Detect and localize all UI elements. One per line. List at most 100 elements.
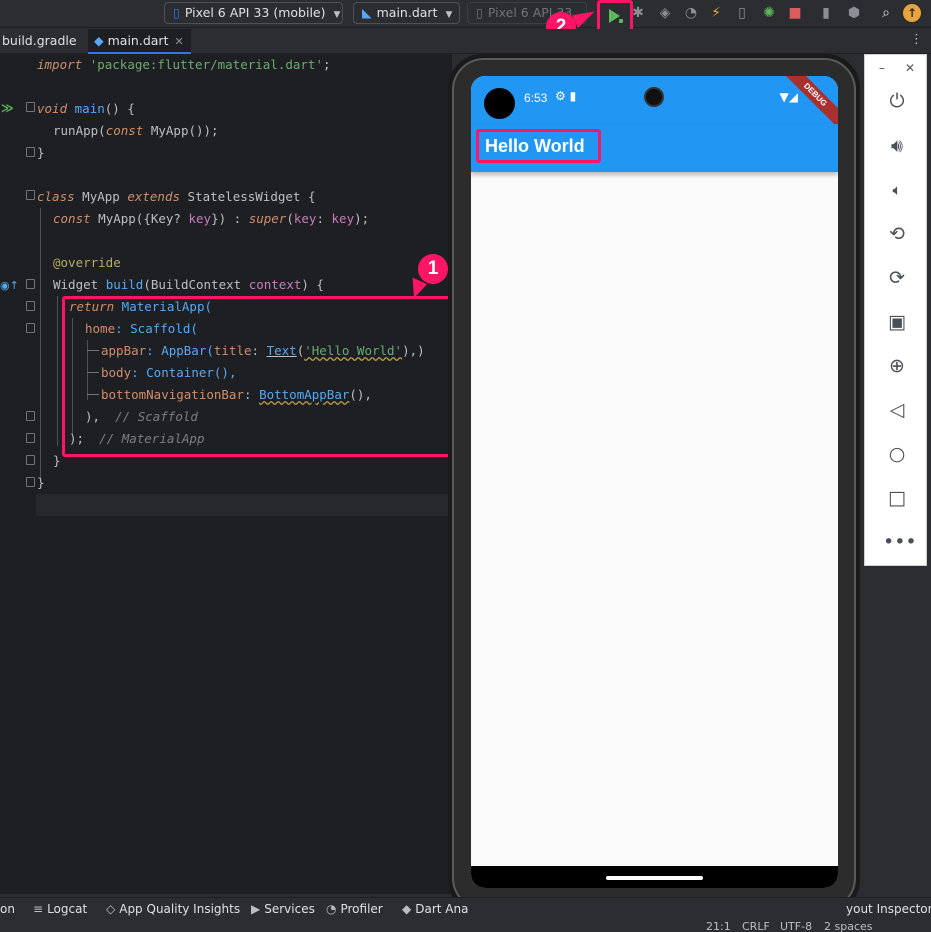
code-line: } [37,142,45,164]
status-time: 6:53 [524,91,548,105]
indent-setting[interactable]: 2 spaces [824,921,873,932]
code-token: const [53,211,91,226]
tool-window-profiler[interactable]: ◔ Profiler [326,902,383,916]
run-indicator-dot [619,19,623,23]
emulator-screen[interactable]: 6:53 ⚙ ▮ ▼◢ DEBUG Hello World [471,76,838,888]
code-token: const [105,123,144,138]
overview-icon[interactable]: □ [883,484,911,512]
tool-label: yout Inspector [846,902,931,916]
rotate-right-icon[interactable]: ⟳ [883,264,911,292]
line-separator[interactable]: CRLF [742,921,770,932]
home-gesture-bar[interactable] [606,876,703,880]
fold-marker[interactable] [26,455,35,465]
code-token: }) : [211,211,249,226]
tool-window-version-control[interactable]: on [0,902,15,916]
logcat-icon: ≡ [33,902,44,916]
code-token: main [74,101,105,116]
tool-window-services[interactable]: ▶ Services [251,902,315,916]
code-token: MyApp [74,189,128,204]
code-token: ) { [301,277,324,292]
fold-marker[interactable] [26,323,35,333]
chevron-down-icon: ▼ [445,10,453,20]
stop-icon[interactable]: ■ [786,4,804,22]
flutter-icon: ◣ [362,5,372,20]
code-token: } [53,453,61,468]
front-camera [644,87,664,107]
rotate-left-icon[interactable]: ⟲ [883,220,911,248]
code-line: @override [53,252,121,274]
fold-marker[interactable] [26,102,35,112]
fold-marker[interactable] [26,147,35,157]
close-icon[interactable]: ✕ [174,35,183,48]
fold-marker[interactable] [26,279,35,289]
hot-reload-icon[interactable]: ⚡ [707,4,725,22]
tool-label: Profiler [340,902,383,916]
device-manager-icon[interactable]: ▮ [817,4,835,22]
run-config-label: main.dart [376,5,438,20]
zoom-icon[interactable]: ⊕ [883,352,911,380]
code-token: void [37,101,68,116]
code-token: : [316,211,332,226]
code-token: @override [53,255,121,270]
code-token: StatelessWidget { [180,189,316,204]
tool-window-dart-analysis[interactable]: ◆ Dart Ana [402,902,468,916]
code-token: key [293,211,317,226]
current-line-highlight [0,494,452,516]
file-encoding[interactable]: UTF-8 [780,921,812,932]
diamond-icon: ◇ [106,902,116,916]
run-config-selector[interactable]: ◣ main.dart ▼ [353,2,460,24]
profile-icon[interactable]: ◔ [682,4,700,22]
main-toolbar: ▯ Pixel 6 API 33 (mobile) ▼ ◣ main.dart ▼ ▯ P… [0,0,931,28]
code-token: } [37,475,45,490]
code-token: runApp( [53,123,106,138]
tool-window-app-quality[interactable]: ◇ App Quality Insights [106,902,240,916]
device-selector-label: Pixel 6 API 33 (mobile) [184,5,326,20]
device-selector[interactable]: ▯ Pixel 6 API 33 (mobile) ▼ [164,2,343,24]
fold-marker[interactable] [26,190,35,200]
tool-label: on [0,902,15,916]
more-icon[interactable]: ••• [883,528,917,556]
tool-label: Services [264,902,315,916]
override-gutter-icon[interactable]: ◉↑ [0,279,19,292]
caret-position[interactable]: 21:1 [706,921,731,932]
search-icon[interactable]: ⌕ [877,4,895,22]
minimize-icon[interactable]: – [879,61,885,75]
code-token: extends [127,189,181,204]
code-token: ); [354,211,370,226]
tab-label: main.dart [107,33,169,48]
sdk-manager-icon[interactable]: ⬢ [845,4,863,22]
back-icon[interactable]: ◁ [883,396,911,424]
code-token: key [188,211,212,226]
code-token: context [248,277,302,292]
camera-icon[interactable]: ▣ [883,308,911,336]
fold-marker[interactable] [26,477,35,487]
tab-main-dart[interactable]: ◆ main.dart ✕ [88,29,191,54]
run-gutter-icon[interactable]: ≫ [1,101,14,115]
attach-debugger-icon[interactable]: ◈ [656,4,674,22]
code-line: } [37,472,45,494]
code-editor[interactable]: ≫ ◉↑ import 'package:flutter/material.da… [0,54,452,894]
tool-label: Dart Ana [415,902,469,916]
tool-window-layout-inspector[interactable]: yout Inspector [846,902,931,916]
indent-guide [57,296,58,446]
tab-build-gradle[interactable]: build.gradle [0,29,84,54]
indent-guide [40,208,41,478]
debug-app-icon[interactable]: ✺ [760,4,778,22]
more-tabs-icon[interactable]: ⋮ [910,32,923,47]
code-line: Widget build(BuildContext context) { [53,274,324,296]
apply-changes-icon[interactable]: ▯ [733,4,751,22]
fold-marker[interactable] [26,411,35,421]
fold-marker[interactable] [26,301,35,311]
code-line: } [53,450,61,472]
home-icon[interactable]: ○ [883,440,911,468]
power-icon[interactable]: ⏻ [883,87,911,115]
code-token: 'package:flutter/material.dart' [89,57,323,72]
fold-marker[interactable] [26,433,35,443]
volume-down-icon[interactable]: 🔈︎ [883,176,911,204]
code-token: build [105,277,144,292]
play-circle-icon: ▶ [251,902,261,916]
close-icon[interactable]: ✕ [905,61,915,75]
update-icon[interactable]: ↑ [903,4,921,22]
volume-up-icon[interactable]: 🔊︎ [883,132,911,160]
tool-window-logcat[interactable]: ≡ Logcat [33,902,87,916]
